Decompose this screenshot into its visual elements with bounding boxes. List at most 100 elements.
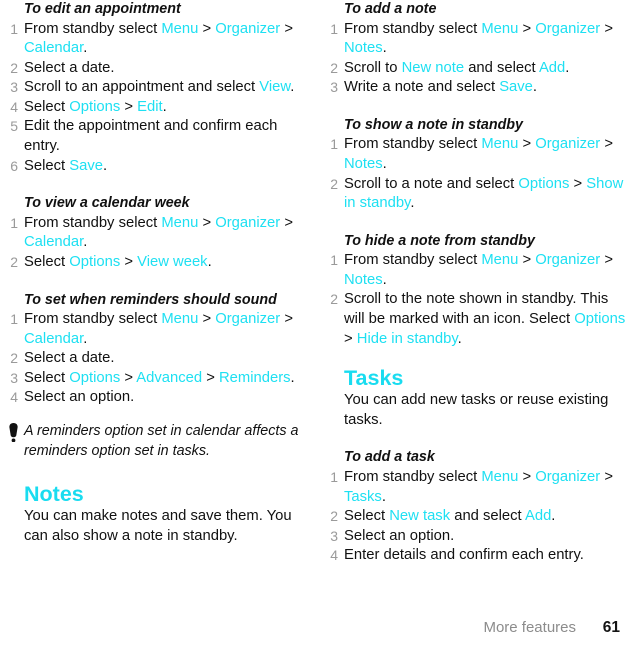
step-item: 1 From standby select Menu > Organizer > … (4, 214, 306, 253)
step-item: 2 Select New task and select Add. (324, 507, 626, 527)
step-number: 1 (10, 214, 18, 231)
step-text: Select an option. (24, 388, 306, 408)
plain-text: > (600, 468, 613, 485)
step-item: 2 Select a date. (4, 59, 306, 79)
ui-term: Tasks (344, 488, 382, 505)
step-text: From standby select Menu > Organizer > N… (344, 251, 626, 290)
step-text: Select Options > Edit. (24, 98, 306, 118)
step-number: 1 (10, 20, 18, 37)
ui-term: Edit (137, 98, 163, 115)
procedure-title: To show a note in standby (344, 116, 523, 133)
step-number: 3 (330, 79, 338, 96)
ui-term: Menu (481, 468, 519, 485)
right-column: To add a note 1 From standby select Menu … (324, 0, 626, 566)
procedure-set-reminders: To set when reminders should sound 1 From… (4, 291, 306, 408)
ui-term: Calendar (24, 234, 84, 251)
step-text: Edit the appointment and confirm each en… (24, 117, 306, 156)
plain-text: and select (464, 59, 539, 76)
plain-text: . (290, 369, 295, 386)
procedure-hide-note-from-standby: To hide a note from standby 1 From standb… (324, 232, 626, 349)
plain-text: Select an option. (344, 527, 455, 544)
ui-term: Options (574, 311, 626, 328)
plain-text: Select (24, 253, 70, 270)
section-heading: Notes (24, 482, 84, 507)
step-number: 1 (330, 252, 338, 269)
ui-term: Calendar (24, 40, 84, 57)
step-number: 2 (10, 253, 18, 270)
plain-text: > (518, 252, 536, 269)
plain-text: > (198, 311, 216, 328)
ui-term: Add (538, 59, 566, 76)
plain-text: Select a date. (24, 59, 115, 76)
plain-text: From standby select (24, 311, 162, 328)
ui-term: Organizer (535, 468, 601, 485)
procedure-show-note-in-standby: To show a note in standby 1 From standby … (324, 116, 626, 214)
step-text: Enter details and confirm each entry. (344, 546, 626, 566)
step-text: From standby select Menu > Organizer > N… (344, 20, 626, 59)
ui-term: Organizer (535, 136, 601, 153)
procedure-add-note: To add a note 1 From standby select Menu … (324, 0, 626, 98)
ui-term: Organizer (215, 20, 281, 37)
plain-text: > (518, 136, 536, 153)
plain-text: Select a date. (24, 350, 115, 367)
step-text: Scroll to the note shown in standby. Thi… (344, 290, 626, 349)
plain-text: > (600, 136, 613, 153)
plain-text: > (120, 98, 138, 115)
step-item: 1 From standby select Menu > Organizer > … (4, 310, 306, 349)
step-number: 2 (330, 59, 338, 76)
plain-text: > (518, 20, 536, 37)
ui-term: Options (69, 253, 121, 270)
ui-term: Calendar (24, 330, 84, 347)
ui-term: New task (389, 508, 451, 525)
ui-term: View (259, 79, 291, 96)
plain-text: > (120, 253, 138, 270)
ui-term: Organizer (215, 214, 281, 231)
ui-term: View week (137, 253, 208, 270)
plain-text: > (280, 311, 293, 328)
step-number: 2 (10, 350, 18, 367)
ui-term: Options (69, 98, 121, 115)
plain-text: Write a note and select (344, 79, 500, 96)
left-column: To edit an appointment 1 From standby sel… (4, 0, 306, 546)
ui-term: Add (524, 508, 552, 525)
plain-text: and select (450, 508, 525, 525)
step-list: 1 From standby select Menu > Organizer > … (4, 20, 306, 177)
step-number: 1 (330, 20, 338, 37)
plain-text: Enter details and confirm each entry. (344, 547, 584, 564)
step-text: From standby select Menu > Organizer > T… (344, 468, 626, 507)
ui-term: Notes (344, 40, 383, 57)
plain-text: Scroll to the note shown in standby. Thi… (344, 291, 609, 328)
step-item: 3 Write a note and select Save. (324, 78, 626, 98)
step-text: Select a date. (24, 59, 306, 79)
plain-text: Select an option. (24, 389, 135, 406)
step-number: 6 (10, 157, 18, 174)
tip-note: A reminders option set in calendar affec… (9, 422, 306, 461)
ui-term: Menu (481, 252, 519, 269)
plain-text: From standby select (24, 20, 162, 37)
section-body: You can add new tasks or reuse existing … (344, 392, 609, 428)
step-text: Select Save. (24, 157, 306, 177)
step-text: From standby select Menu > Organizer > C… (24, 20, 306, 59)
step-text: Select Options > View week. (24, 253, 306, 273)
footer-page-number: 61 (602, 619, 620, 636)
plain-text: . (83, 330, 88, 347)
plain-text: > (600, 252, 613, 269)
step-number: 1 (330, 136, 338, 153)
section-heading: Tasks (344, 366, 404, 391)
plain-text: . (457, 330, 462, 347)
plain-text: Edit the appointment and confirm each en… (24, 118, 278, 155)
footer-section-name: More features (483, 619, 576, 636)
step-text: From standby select Menu > Organizer > C… (24, 310, 306, 349)
step-item: 6 Select Save. (4, 157, 306, 177)
procedure-title: To hide a note from standby (344, 232, 535, 249)
plain-text: > (600, 20, 613, 37)
step-number: 3 (330, 527, 338, 544)
plain-text: From standby select (344, 252, 482, 269)
ui-term: Organizer (215, 311, 281, 328)
step-item: 1 From standby select Menu > Organizer > … (324, 251, 626, 290)
step-number: 5 (10, 118, 18, 135)
step-number: 2 (10, 59, 18, 76)
manual-page: To edit an appointment 1 From standby sel… (0, 0, 638, 650)
ui-term: Notes (344, 271, 383, 288)
procedure-title: To add a note (344, 1, 437, 17)
